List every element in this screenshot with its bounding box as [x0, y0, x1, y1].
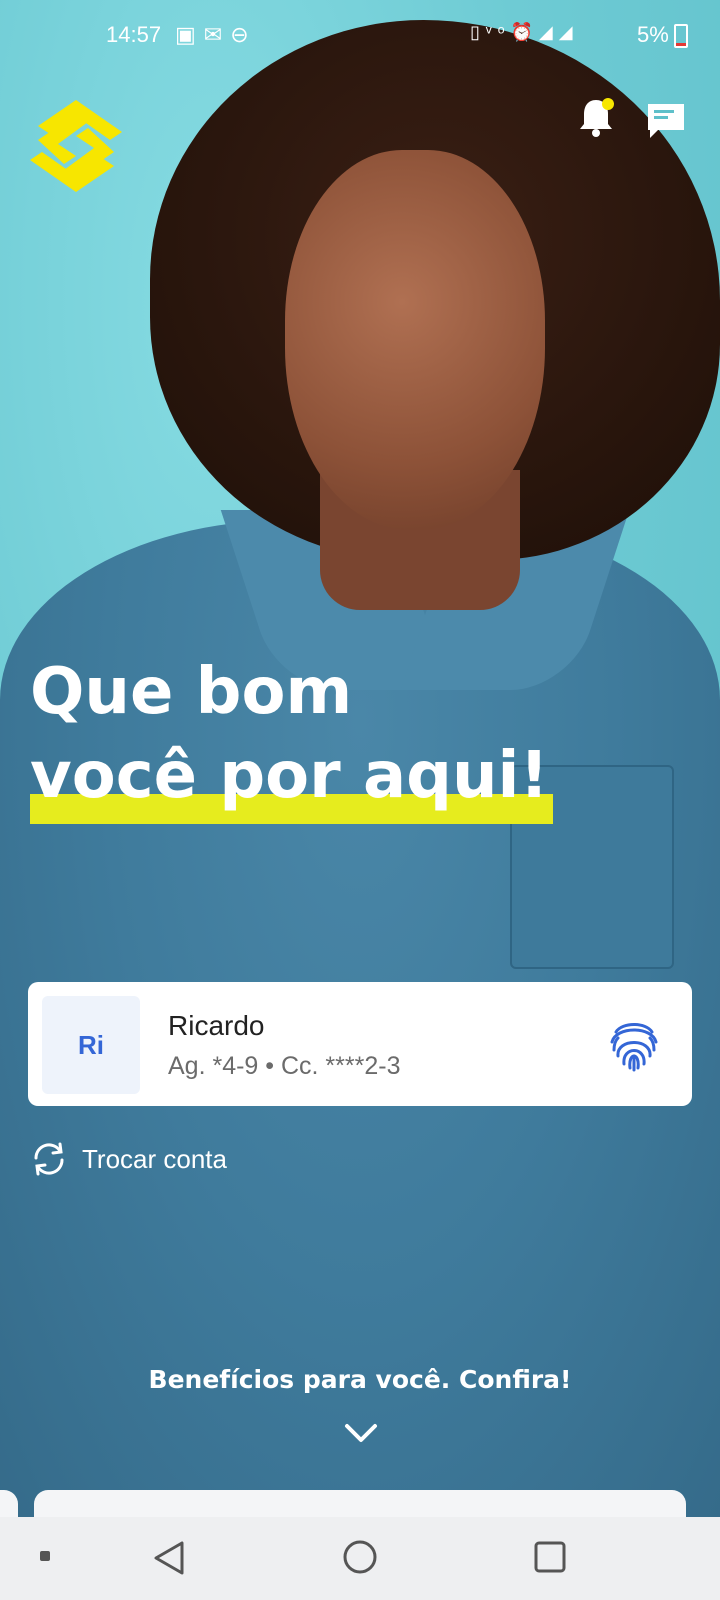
refresh-icon — [34, 1142, 64, 1176]
account-card[interactable]: Ri Ricardo Ag. *4-9 • Cc. ****2-3 — [28, 982, 692, 1106]
account-name: Ricardo — [168, 1010, 265, 1041]
system-navigation-bar — [0, 1517, 720, 1600]
welcome-headline: Que bom você por aqui! — [30, 650, 553, 824]
status-right-icons: ▯ᵛᵒ⏰◢◢ — [470, 22, 579, 43]
do-not-disturb-icon: ⊖ — [230, 22, 257, 47]
switch-account-button[interactable]: Trocar conta — [30, 1140, 227, 1178]
account-avatar: Ri — [42, 996, 140, 1094]
signal-icon: ◢ — [538, 22, 559, 42]
fingerprint-icon[interactable] — [602, 1012, 666, 1076]
status-left-icons: ▣✉⊖ — [175, 22, 257, 48]
banco-do-brasil-logo — [30, 100, 122, 192]
vibrate-icon: ▯ — [470, 22, 486, 42]
nav-recent-apps-icon[interactable] — [534, 1541, 566, 1573]
nav-home-icon[interactable] — [342, 1539, 378, 1575]
nav-menu-icon[interactable] — [40, 1551, 50, 1561]
4g-signal-icon: ◢ — [558, 22, 579, 42]
mail-icon: ✉ — [203, 22, 231, 47]
status-time: 14:57 — [106, 22, 162, 47]
volte-icon: ᵛᵒ — [485, 22, 511, 42]
headline-line-1: Que bom — [30, 655, 353, 729]
nav-back-icon[interactable] — [152, 1539, 186, 1577]
headline-line-2: você por aqui! — [30, 734, 553, 824]
status-bar: 14:57 ▣✉⊖ ▯ᵛᵒ⏰◢◢ 5% — [0, 0, 720, 70]
battery-icon — [674, 24, 688, 48]
account-details: Ag. *4-9 • Cc. ****2-3 — [168, 1052, 401, 1080]
battery-percent: 5% — [637, 22, 669, 47]
headline-line-2-text: você por aqui! — [30, 739, 549, 813]
alarm-icon: ⏰ — [510, 22, 539, 42]
chevron-down-icon[interactable] — [344, 1422, 378, 1444]
wifi-card-icon: ▣ — [175, 22, 204, 47]
notification-badge — [602, 98, 614, 110]
benefits-label[interactable]: Benefícios para você. Confira! — [0, 1365, 720, 1394]
chat-icon[interactable] — [646, 102, 686, 140]
switch-account-label: Trocar conta — [82, 1143, 227, 1174]
person-face — [285, 150, 545, 530]
